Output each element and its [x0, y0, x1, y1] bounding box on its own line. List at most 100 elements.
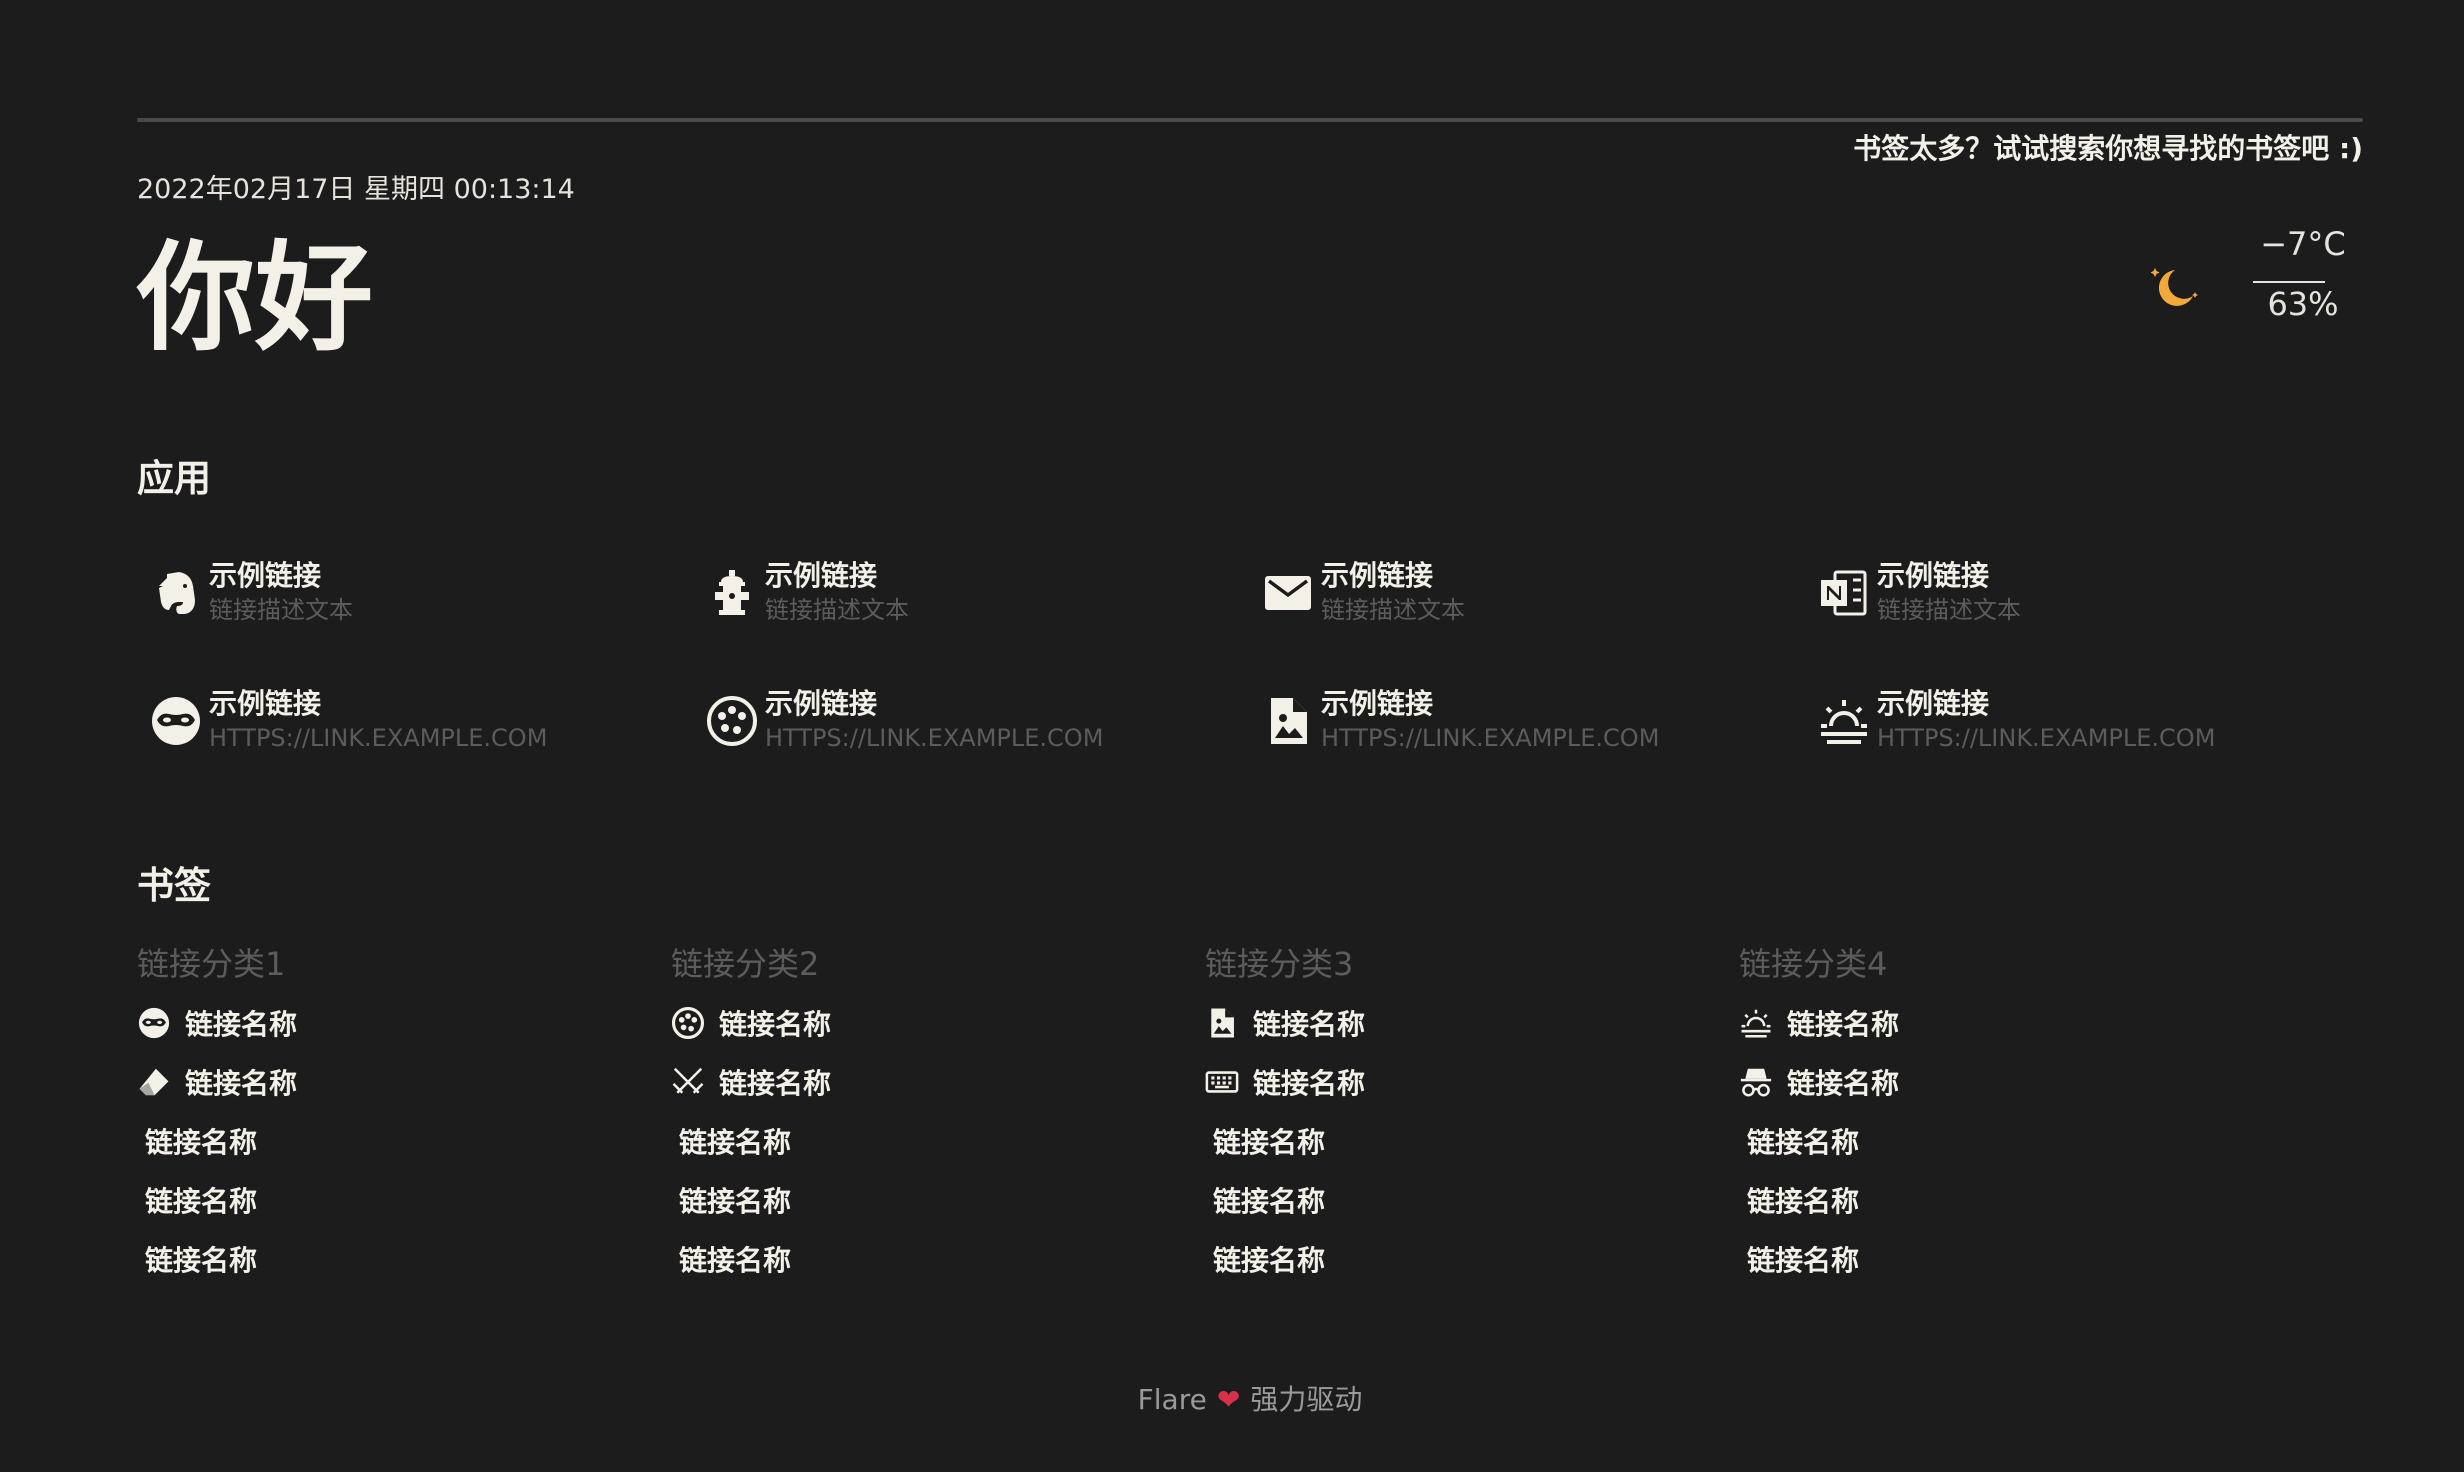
bookmark-link[interactable]: 链接名称 [137, 1229, 657, 1288]
bookmarks-grid: 链接分类1 链接名称 链接名称 链接名称 链接名称 链接名称 链接分类2 链接名… [137, 935, 2363, 1295]
bookmark-link[interactable]: 链接名称 [1739, 993, 2259, 1052]
app-link[interactable]: 示例链接 链接描述文本 [137, 558, 677, 642]
app-name: 示例链接 [1321, 559, 1434, 592]
app-desc: 链接描述文本 [209, 596, 353, 624]
domino-mask-icon [137, 1006, 171, 1040]
apps-grid: 示例链接 链接描述文本 示例链接 链接描述文本 示例链接 链接描述文本 示例链接… [137, 558, 2363, 778]
app-desc: 链接描述文本 [1877, 596, 2021, 624]
bookmark-label: 链接名称 [1747, 1125, 1860, 1159]
email-icon [1261, 566, 1315, 620]
bookmark-link[interactable]: 链接名称 [1205, 1052, 1725, 1111]
bookmark-label: 链接名称 [719, 1066, 832, 1100]
bookmark-link[interactable]: 链接名称 [137, 993, 657, 1052]
bookmark-label: 链接名称 [1253, 1007, 1366, 1041]
weather-divider [2253, 281, 2325, 283]
datetime: 2022年02月17日 星期四 00:13:14 [137, 174, 575, 205]
onenote-icon [1817, 566, 1871, 620]
bookmark-label: 链接名称 [679, 1125, 792, 1159]
app-name: 示例链接 [1321, 687, 1434, 720]
bookmark-link[interactable]: 链接名称 [1739, 1229, 2259, 1288]
bookmark-label: 链接名称 [1253, 1066, 1366, 1100]
greeting: 你好 [137, 229, 374, 367]
bookmark-link[interactable]: 链接名称 [137, 1170, 657, 1229]
bookmark-category-title: 链接分类2 [671, 945, 820, 983]
bookmark-label: 链接名称 [1747, 1243, 1860, 1277]
heart-icon: ❤ [1216, 1383, 1241, 1416]
weather-temperature: −7°C [2260, 225, 2346, 263]
keyboard-icon [1205, 1065, 1239, 1099]
app-name: 示例链接 [765, 687, 878, 720]
app-link[interactable]: 示例链接 HTTPS://LINK.EXAMPLE.COM [693, 686, 1233, 770]
bookmarks-title: 书签 [137, 864, 211, 907]
bookmark-label: 链接名称 [1787, 1007, 1900, 1041]
app-desc: HTTPS://LINK.EXAMPLE.COM [765, 724, 1104, 752]
footer-suffix: 强力驱动 [1250, 1383, 1363, 1416]
app-link[interactable]: 示例链接 链接描述文本 [693, 558, 1233, 642]
bookmark-label: 链接名称 [145, 1184, 258, 1218]
app-name: 示例链接 [209, 687, 322, 720]
moon-icon [2145, 260, 2201, 316]
bookmark-link[interactable]: 链接名称 [1205, 1111, 1725, 1170]
bookmark-link[interactable]: 链接名称 [137, 1052, 657, 1111]
fencing-icon [671, 1065, 705, 1099]
bookmark-link[interactable]: 链接名称 [1205, 1170, 1725, 1229]
bookmark-link[interactable]: 链接名称 [1739, 1052, 2259, 1111]
bookmark-label: 链接名称 [719, 1007, 832, 1041]
app-link[interactable]: 示例链接 HTTPS://LINK.EXAMPLE.COM [137, 686, 677, 770]
bookmark-link[interactable]: 链接名称 [671, 993, 1191, 1052]
bookmark-label: 链接名称 [1747, 1184, 1860, 1218]
app-desc: HTTPS://LINK.EXAMPLE.COM [1877, 724, 2216, 752]
app-link[interactable]: 示例链接 HTTPS://LINK.EXAMPLE.COM [1805, 686, 2345, 770]
page: 书签太多？试试搜索你想寻找的书签吧 :) 2022年02月17日 星期四 00:… [137, 0, 2363, 1472]
weather-humidity: 63% [2267, 285, 2339, 323]
bookmark-link[interactable]: 链接名称 [671, 1111, 1191, 1170]
bookmark-category-title: 链接分类3 [1205, 945, 1354, 983]
bookmark-label: 链接名称 [679, 1184, 792, 1218]
bookmark-link[interactable]: 链接名称 [1739, 1170, 2259, 1229]
fire-hydrant-icon [705, 566, 759, 620]
app-desc: HTTPS://LINK.EXAMPLE.COM [1321, 724, 1660, 752]
bookmark-label: 链接名称 [1213, 1125, 1326, 1159]
search-input[interactable] [137, 118, 2363, 122]
bookmark-category-title: 链接分类1 [137, 945, 286, 983]
bookmark-label: 链接名称 [1213, 1243, 1326, 1277]
footer-brand-link[interactable]: Flare [1138, 1383, 1207, 1416]
weather-sunset-icon [1739, 1006, 1773, 1040]
app-link[interactable]: 示例链接 链接描述文本 [1805, 558, 2345, 642]
app-desc: HTTPS://LINK.EXAMPLE.COM [209, 724, 548, 752]
bookmark-category: 链接分类1 链接名称 链接名称 链接名称 链接名称 链接名称 [137, 935, 657, 1288]
apps-title: 应用 [137, 457, 211, 500]
search-hint[interactable]: 书签太多？试试搜索你想寻找的书签吧 :) [1853, 127, 2363, 167]
app-desc: 链接描述文本 [1321, 596, 1465, 624]
bookmark-label: 链接名称 [145, 1125, 258, 1159]
app-link[interactable]: 示例链接 链接描述文本 [1249, 558, 1789, 642]
app-name: 示例链接 [1877, 687, 1990, 720]
bookmark-link[interactable]: 链接名称 [671, 1170, 1191, 1229]
domino-mask-icon [149, 694, 203, 748]
weather-sunset-icon [1817, 694, 1871, 748]
file-image-icon [1261, 694, 1315, 748]
palette-icon [671, 1006, 705, 1040]
app-name: 示例链接 [209, 559, 322, 592]
bookmark-link[interactable]: 链接名称 [671, 1052, 1191, 1111]
bookmark-label: 链接名称 [185, 1007, 298, 1041]
bookmark-link[interactable]: 链接名称 [1739, 1111, 2259, 1170]
bookmark-label: 链接名称 [679, 1243, 792, 1277]
bookmark-category: 链接分类4 链接名称 链接名称 链接名称 链接名称 链接名称 [1739, 935, 2259, 1288]
app-link[interactable]: 示例链接 HTTPS://LINK.EXAMPLE.COM [1249, 686, 1789, 770]
footer: Flare ❤ 强力驱动 [137, 1378, 2363, 1418]
bookmark-link[interactable]: 链接名称 [671, 1229, 1191, 1288]
evernote-icon [149, 566, 203, 620]
palette-icon [705, 694, 759, 748]
bookmark-label: 链接名称 [145, 1243, 258, 1277]
bookmark-category: 链接分类2 链接名称 链接名称 链接名称 链接名称 链接名称 [671, 935, 1191, 1288]
file-image-icon [1205, 1006, 1239, 1040]
bookmark-link[interactable]: 链接名称 [137, 1111, 657, 1170]
bookmark-label: 链接名称 [1213, 1184, 1326, 1218]
bookmark-link[interactable]: 链接名称 [1205, 1229, 1725, 1288]
app-name: 示例链接 [765, 559, 878, 592]
incognito-icon [1739, 1065, 1773, 1099]
bookmark-category-title: 链接分类4 [1739, 945, 1888, 983]
weather-widget: −7°C 63% [2145, 225, 2363, 335]
bookmark-link[interactable]: 链接名称 [1205, 993, 1725, 1052]
